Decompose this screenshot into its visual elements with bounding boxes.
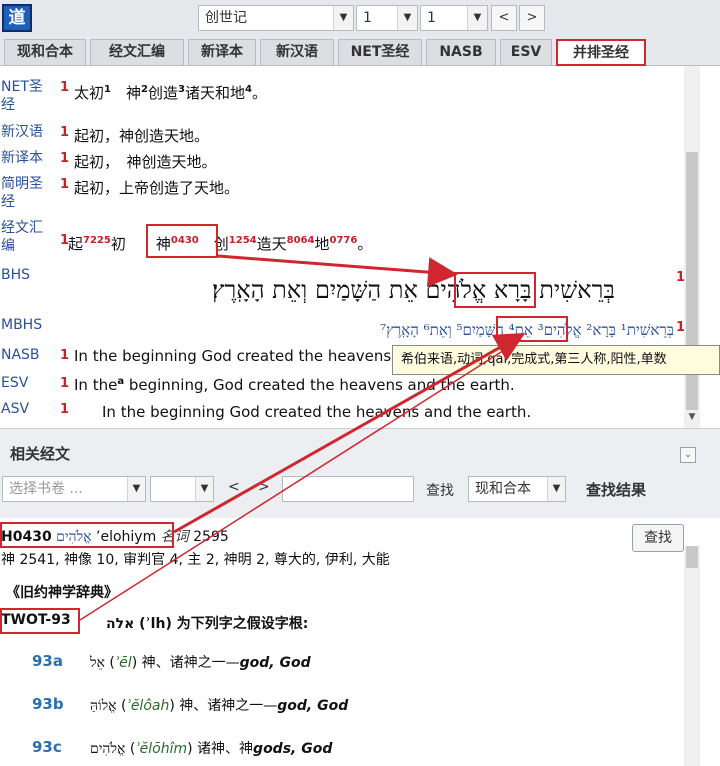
highlight-box (496, 316, 568, 342)
related-verses-title: 相关经文 (10, 445, 71, 463)
find-label[interactable]: 查找 (426, 480, 454, 500)
verse-number: 1 (60, 348, 70, 363)
verse-number: 1 (60, 151, 70, 166)
tab-concordance[interactable]: 经文汇编 (90, 39, 184, 65)
highlight-box (0, 522, 174, 548)
scroll-down-icon[interactable]: ▼ (684, 412, 700, 426)
sub-entry-text: אֵל (ʾēl) 神、诸神之一—god, God (90, 655, 311, 671)
version-label-ccb[interactable]: 新汉语 (1, 123, 53, 141)
version-label-simple[interactable]: 简明圣经 (1, 175, 53, 211)
version-label-concordance[interactable]: 经文汇编 (1, 219, 53, 255)
chevron-down-icon[interactable]: ▼ (397, 6, 417, 30)
collapse-icon[interactable]: ⌄ (680, 447, 696, 463)
esv-verse-text: In thea beginning, God created the heave… (74, 376, 515, 394)
chapter-select-value: 1 (363, 10, 372, 26)
chapter-filter-select[interactable]: ▼ (150, 476, 214, 502)
prev-verse-button[interactable]: < (491, 5, 517, 31)
bible-app-window: 道 创世记 ▼ 1 ▼ 1 ▼ < > 现和合本 经文汇编 新译本 新汉语 NE… (0, 0, 720, 766)
tab-parallel[interactable]: 并排圣经 (556, 39, 646, 66)
sub-entry-text: אֱלֹהִים (ʾĕlōhîm) 诸神、神gods, God (90, 741, 333, 757)
next-result-button[interactable]: > (258, 479, 270, 495)
version-select[interactable]: 现和合本 ▼ (468, 476, 566, 502)
lexicon-panel: H0430 אֱלֹהִים ’elohiym 名词 2595 神 2541, … (0, 518, 720, 766)
tab-esv[interactable]: ESV (500, 39, 552, 65)
related-verses-panel: 相关经文 ⌄ 选择书卷 ... ▼ ▼ < > 查找 现和合本 ▼ 查找结果 (0, 428, 720, 518)
net-verse-text: 太初1 神2创造3诸天和地4。 (74, 84, 267, 102)
version-label-esv[interactable]: ESV (1, 374, 53, 392)
version-label-bhs[interactable]: BHS (1, 266, 53, 284)
version-label-nasb[interactable]: NASB (1, 346, 53, 364)
next-verse-button[interactable]: > (519, 5, 545, 31)
version-label-net[interactable]: NET圣经 (1, 78, 53, 114)
lexicon-find-button[interactable]: 查找 (632, 524, 684, 552)
tab-cuv[interactable]: 现和合本 (4, 39, 86, 65)
tab-ccb[interactable]: 新汉语 (260, 39, 334, 65)
prev-result-button[interactable]: < (228, 479, 240, 495)
tab-net[interactable]: NET圣经 (338, 39, 422, 65)
app-logo-button[interactable]: 道 (2, 4, 32, 32)
root-description: אלה (ʾlh) 为下列字之假设字根: (106, 616, 309, 632)
book-filter-select[interactable]: 选择书卷 ... ▼ (2, 476, 146, 502)
highlight-box (454, 272, 536, 308)
verse-text: 起初， 神创造天地。 (74, 153, 217, 171)
tab-nasb[interactable]: NASB (426, 39, 496, 65)
verse-number: 1 (60, 80, 70, 95)
version-label-cnv[interactable]: 新译本 (1, 149, 53, 167)
lexicon-scrollbar[interactable] (684, 546, 700, 766)
highlight-box (0, 608, 80, 634)
book-select-value: 创世记 (205, 10, 247, 26)
dictionary-title: 《旧约神学辞典》 (6, 585, 118, 601)
mbhs-hebrew-text[interactable]: בְּרֵאשִׁית¹ בָּרָא² אֱלֹהִים³ אֵת⁴ הַשָ… (280, 321, 674, 340)
sub-entry-number[interactable]: 93b (32, 695, 64, 713)
concordance-verse-text: 起7225初 神0430 创1254造天8064地0776。 (68, 235, 373, 253)
verse-select[interactable]: 1 ▼ (420, 5, 488, 31)
top-toolbar: 道 创世记 ▼ 1 ▼ 1 ▼ < > (0, 0, 720, 36)
sub-entry-number[interactable]: 93c (32, 738, 62, 756)
version-label-asv[interactable]: ASV (1, 400, 53, 418)
bhs-hebrew-text: בְּרֵאשִׁית בָּרָא אֱלֹהִים אֵת הַשָּׁמַ… (212, 276, 615, 304)
sub-entry-number[interactable]: 93a (32, 652, 63, 670)
lexicon-scrollbar-thumb[interactable] (686, 546, 698, 568)
morphology-tooltip: 希伯来语,动词,qal,完成式,第三人称,阳性,单数 (392, 345, 720, 375)
version-select-value: 现和合本 (475, 481, 531, 497)
verse-select-value: 1 (427, 10, 436, 26)
chevron-down-icon[interactable]: ▼ (195, 477, 213, 501)
verse-number: 1 (60, 376, 70, 391)
verse-number: 1 (60, 402, 70, 417)
translation-usage: 神 2541, 神像 10, 审判官 4, 主 2, 神明 2, 尊大的, 伊利… (1, 552, 390, 568)
book-select[interactable]: 创世记 ▼ (198, 5, 354, 31)
version-tab-bar: 现和合本 经文汇编 新译本 新汉语 NET圣经 NASB ESV 并排圣经 (0, 36, 720, 66)
chevron-down-icon[interactable]: ▼ (547, 477, 565, 501)
book-filter-placeholder: 选择书卷 ... (9, 481, 83, 497)
verse-number: 1 (60, 125, 70, 140)
sub-entry-text: אֱלוֹהַּ (ʾĕlôah) 神、诸神之一—god, God (90, 698, 349, 714)
highlight-box (146, 224, 218, 258)
version-label-mbhs[interactable]: MBHS (1, 316, 53, 334)
chevron-down-icon[interactable]: ▼ (467, 6, 487, 30)
occurrence-count: 2595 (193, 529, 229, 545)
chevron-down-icon[interactable]: ▼ (127, 477, 145, 501)
search-results-title: 查找结果 (586, 481, 647, 499)
chevron-down-icon[interactable]: ▼ (333, 6, 353, 30)
tab-cnv[interactable]: 新译本 (188, 39, 256, 65)
search-input[interactable] (282, 476, 414, 502)
verse-text: 起初，神创造天地。 (74, 127, 210, 145)
verse-text: In the beginning God created the heavens… (102, 403, 532, 421)
verse-text: 起初，上帝创造了天地。 (74, 179, 240, 197)
verse-number: 1 (60, 177, 70, 192)
chapter-select[interactable]: 1 ▼ (356, 5, 418, 31)
